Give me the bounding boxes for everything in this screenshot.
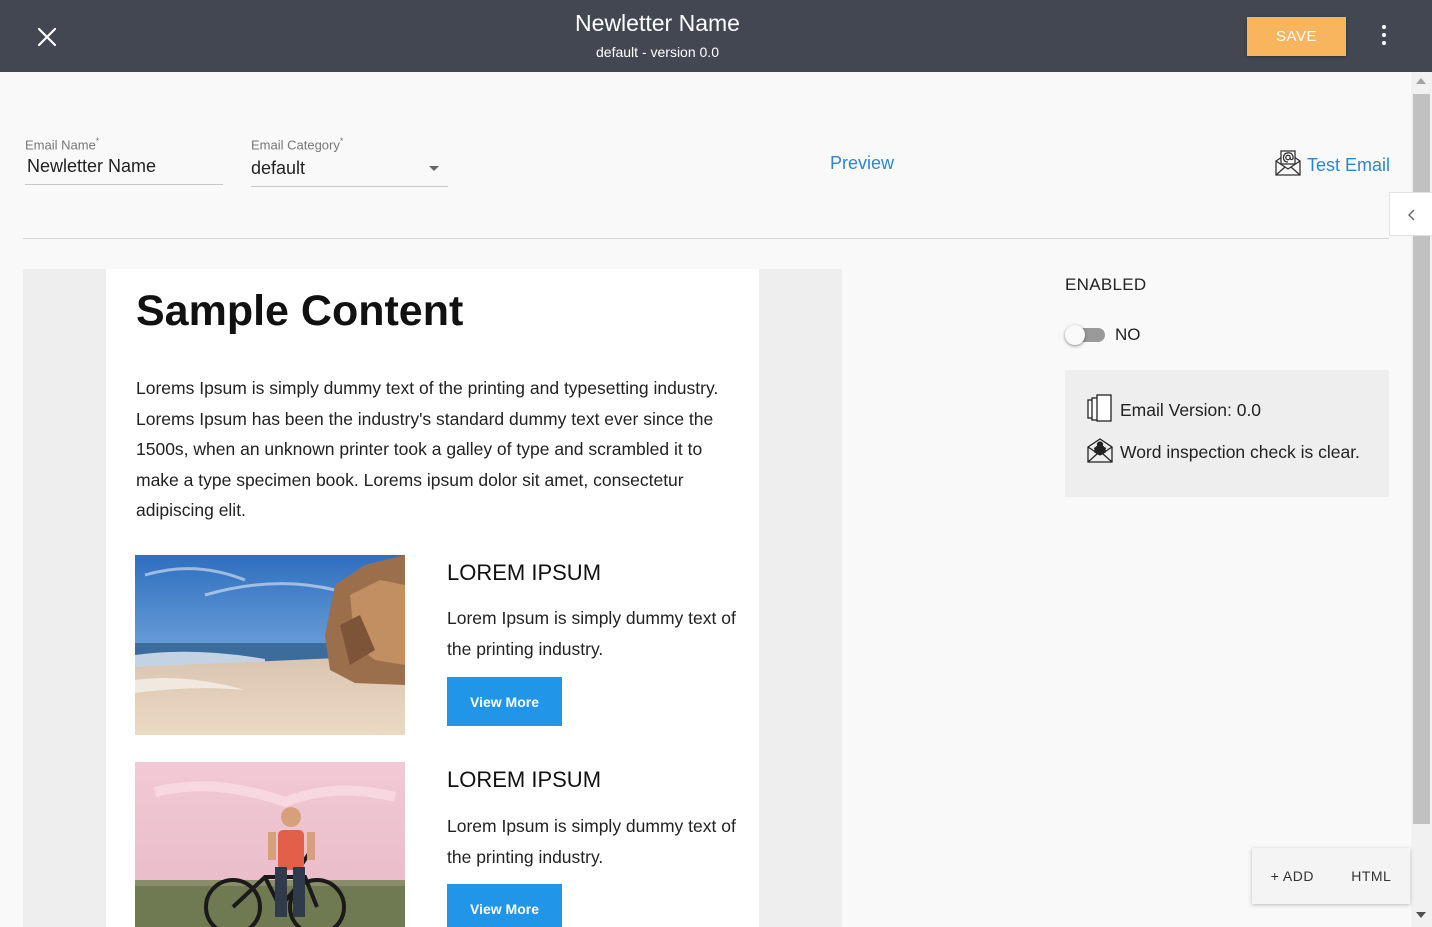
add-block-button[interactable]: + ADD	[1267, 862, 1318, 890]
inspection-bug-icon	[1086, 436, 1120, 469]
card-title[interactable]: LOREM IPSUM	[447, 560, 601, 586]
test-email-label: Test Email	[1307, 155, 1391, 175]
inspection-row: Word inspection check is clear.	[1086, 436, 1360, 469]
scroll-down-arrow-icon[interactable]	[1416, 912, 1426, 918]
collapse-panel-tab[interactable]	[1389, 192, 1432, 236]
card-text[interactable]: Lorem Ipsum is simply dummy text of the …	[447, 603, 747, 664]
email-at-icon	[1274, 149, 1302, 182]
more-vert-icon[interactable]	[1372, 22, 1396, 52]
toggle-knob[interactable]	[1065, 325, 1085, 345]
email-name-field[interactable]: Email Name* Newletter Name	[25, 136, 223, 186]
dropdown-arrow-icon[interactable]	[429, 166, 439, 171]
email-name-input[interactable]: Newletter Name	[27, 156, 223, 177]
divider	[23, 238, 1389, 239]
card-title[interactable]: LOREM IPSUM	[447, 767, 601, 793]
title-block: Newletter Name default - version 0.0	[0, 10, 1315, 60]
cyclist-photo[interactable]	[135, 762, 405, 927]
email-paragraph[interactable]: Lorems Ipsum is simply dummy text of the…	[136, 373, 736, 526]
email-category-label: Email Category	[251, 137, 340, 153]
required-marker: *	[339, 136, 344, 146]
view-more-button[interactable]: View More	[447, 884, 562, 927]
save-button[interactable]: SAVE	[1247, 17, 1346, 56]
email-heading[interactable]: Sample Content	[136, 287, 463, 336]
top-app-bar: Newletter Name default - version 0.0 SAV…	[0, 0, 1432, 72]
email-name-label: Email Name	[25, 137, 96, 153]
scroll-up-arrow-icon[interactable]	[1416, 78, 1426, 84]
view-more-button[interactable]: View More	[447, 677, 562, 726]
field-underline	[25, 184, 223, 186]
email-preview[interactable]: Sample Content Lorems Ipsum is simply du…	[106, 269, 759, 927]
email-category-value[interactable]: default	[251, 158, 448, 179]
enabled-toggle[interactable]	[1065, 325, 1105, 345]
page-subtitle: default - version 0.0	[596, 44, 719, 60]
html-button[interactable]: HTML	[1347, 862, 1395, 890]
email-category-select[interactable]: Email Category* default	[251, 136, 448, 188]
field-underline	[251, 186, 448, 188]
required-marker: *	[95, 136, 100, 146]
versions-icon	[1086, 394, 1120, 427]
email-version-text: Email Version: 0.0	[1120, 400, 1262, 420]
card-text[interactable]: Lorem Ipsum is simply dummy text of the …	[447, 811, 747, 872]
inspection-status-text: Word inspection check is clear.	[1120, 442, 1360, 462]
beach-photo[interactable]	[135, 555, 405, 735]
email-info-box: Email Version: 0.0 Word inspection check…	[1065, 370, 1389, 497]
preview-link[interactable]: Preview	[830, 153, 894, 174]
floating-action-group: + ADD HTML	[1252, 848, 1410, 904]
enabled-label: ENABLED	[1065, 275, 1147, 294]
test-email-button[interactable]: Test Email	[1274, 149, 1390, 182]
page-title: Newletter Name	[575, 10, 740, 36]
chevron-left-icon[interactable]	[1390, 193, 1432, 237]
toggle-state-label: NO	[1115, 325, 1141, 344]
version-row: Email Version: 0.0	[1086, 394, 1261, 427]
